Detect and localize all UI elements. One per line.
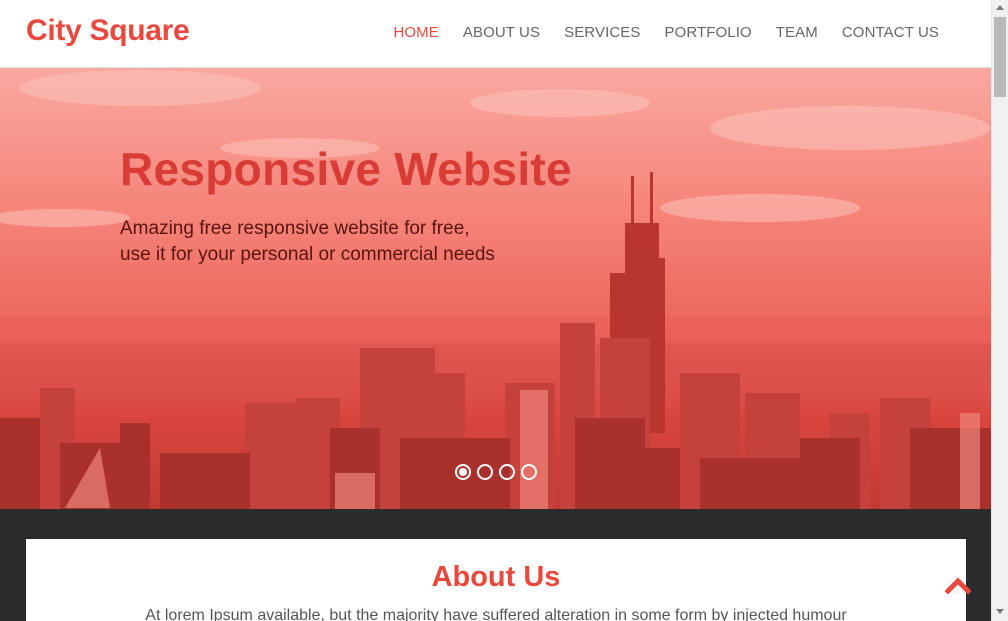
hero-title: Responsive Website	[120, 143, 572, 195]
site-header: City Square HOME ABOUT US SERVICES PORTF…	[0, 0, 991, 68]
nav-item-team[interactable]: TEAM	[776, 24, 818, 41]
slider-dot-1[interactable]	[455, 464, 471, 480]
hero-slider: Responsive Website Amazing free responsi…	[0, 68, 991, 509]
hero-subtitle: Amazing free responsive website for free…	[120, 216, 495, 268]
slider-indicators	[455, 464, 537, 480]
nav-item-services[interactable]: SERVICES	[564, 24, 640, 41]
scroll-up-arrow-icon[interactable]	[996, 5, 1004, 10]
page: City Square HOME ABOUT US SERVICES PORTF…	[0, 0, 991, 621]
scroll-to-top-button[interactable]	[944, 573, 972, 597]
slider-dot-4[interactable]	[521, 464, 537, 480]
site-logo[interactable]: City Square	[26, 14, 190, 48]
scrollbar-thumb[interactable]	[994, 17, 1006, 97]
nav-item-contact-us[interactable]: CONTACT US	[842, 24, 939, 41]
vertical-scrollbar[interactable]	[991, 0, 1008, 621]
about-title: About Us	[431, 561, 561, 593]
chevron-up-icon	[944, 577, 972, 595]
nav-item-home[interactable]: HOME	[393, 24, 438, 41]
scroll-down-arrow-icon[interactable]	[996, 609, 1004, 614]
nav-item-about-us[interactable]: ABOUT US	[463, 24, 540, 41]
hero-subtitle-line-1: Amazing free responsive website for free…	[120, 218, 470, 239]
slider-dot-3[interactable]	[499, 464, 515, 480]
hero-subtitle-line-2: use it for your personal or commercial n…	[120, 244, 495, 265]
about-section: About Us At lorem Ipsum available, but t…	[26, 539, 966, 621]
slider-dot-2[interactable]	[477, 464, 493, 480]
main-nav: HOME ABOUT US SERVICES PORTFOLIO TEAM CO…	[369, 24, 939, 41]
nav-item-portfolio[interactable]: PORTFOLIO	[664, 24, 751, 41]
about-text: At lorem Ipsum available, but the majori…	[145, 607, 847, 621]
city-skyline-image	[0, 70, 991, 509]
